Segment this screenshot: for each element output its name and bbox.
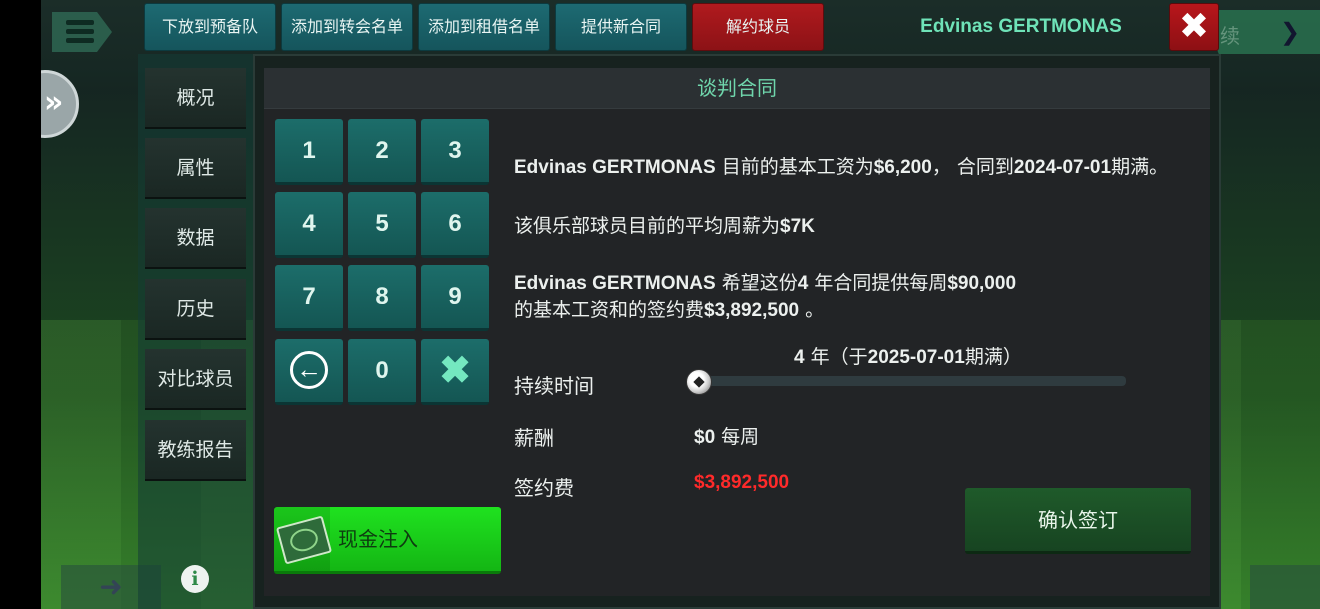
keypad-key-6[interactable]: 6 (421, 192, 489, 258)
signing-fee-value[interactable]: $3,892,500 (694, 472, 789, 494)
clear-x-icon: ✖ (439, 350, 471, 392)
continue-label: 续 (1220, 26, 1240, 48)
keypad-key-7[interactable]: 7 (275, 265, 343, 331)
text: 。 (799, 299, 825, 321)
soccer-ball-slider-handle-icon[interactable] (686, 369, 712, 395)
text: 年（于 (804, 346, 868, 368)
info-icon[interactable]: i (181, 565, 209, 593)
release-to-reserve-button[interactable]: 下放到预备队 (144, 3, 276, 51)
side-expand-button[interactable]: » (41, 70, 79, 138)
text: 该俱乐部球员目前的平均周薪为 (514, 215, 781, 237)
text: 期满。 (1111, 156, 1169, 178)
nav-item-attributes[interactable]: 属性 (145, 138, 246, 199)
add-to-transfer-list-button[interactable]: 添加到转会名单 (281, 3, 413, 51)
game-screen: 续 ❯ » ➜ 下放到预备队 添加到转会名单 添加到租借名单 提供新合同 解约球… (41, 0, 1320, 609)
close-button[interactable]: ✖ (1169, 3, 1219, 51)
nav-item-coach-report[interactable]: 教练报告 (145, 420, 246, 481)
chevron-right-icon: ❯ (1280, 19, 1301, 46)
nav-item-history[interactable]: 历史 (145, 279, 246, 340)
offer-new-contract-button[interactable]: 提供新合同 (555, 3, 687, 51)
nav-item-stats[interactable]: 数据 (145, 208, 246, 269)
salary-amount: $0 (694, 427, 716, 448)
terminate-player-button[interactable]: 解约球员 (692, 3, 824, 51)
keypad-key-5[interactable]: 5 (348, 192, 416, 258)
demand-years: 4 (797, 273, 809, 294)
keypad-key-1[interactable]: 1 (275, 119, 343, 185)
keypad-key-0[interactable]: 0 (348, 339, 416, 405)
nav-item-overview[interactable]: 概况 (145, 68, 246, 129)
menu-icon (66, 20, 94, 44)
demand-salary-value: $90,000 (947, 273, 1017, 294)
duration-value: 4 年（于2025-07-01期满） (794, 342, 1022, 369)
double-chevron-right-icon: » (44, 85, 64, 120)
demand-signing-fee: $3,892,500 (704, 300, 800, 321)
duration-expiry-date: 2025-07-01 (867, 347, 965, 368)
salary-label: 薪酬 (514, 426, 554, 450)
player-name-text: Edvinas GERTMONAS (514, 273, 716, 294)
background-continue-button: 续 ❯ (1210, 10, 1320, 54)
panel-title: 谈判合同 (264, 68, 1210, 109)
current-salary-value: $6,200 (873, 157, 932, 178)
text: 希望这份 (715, 272, 798, 294)
keypad-key-9[interactable]: 9 (421, 265, 489, 331)
average-wage-line: 该俱乐部球员目前的平均周薪为$7K (514, 211, 815, 238)
contract-expiry-date: 2024-07-01 (1013, 157, 1112, 178)
signing-fee-label: 签约费 (514, 476, 574, 500)
keypad-clear-button[interactable]: ✖ (421, 339, 489, 405)
text: 年合同提供每周 (808, 272, 948, 294)
player-demand-line-2: 的基本工资和的签约费$3,892,500 。 (514, 295, 824, 322)
salary-value[interactable]: $0 每周 (694, 422, 759, 449)
cash-injection-label: 现金注入 (338, 527, 418, 551)
average-wage-value: $7K (780, 216, 815, 237)
duration-years: 4 (794, 347, 805, 368)
save-icon (1250, 565, 1320, 609)
keypad-backspace-button[interactable]: ← (275, 339, 343, 405)
player-demand-line: Edvinas GERTMONAS 希望这份4 年合同提供每周$90,000 (514, 268, 1016, 295)
back-arrow-circle-icon: ← (290, 351, 328, 389)
cash-icon-box (274, 507, 333, 571)
duration-slider[interactable] (699, 376, 1126, 386)
keypad-key-3[interactable]: 3 (421, 119, 489, 185)
confirm-sign-button[interactable]: 确认签订 (965, 488, 1191, 554)
add-to-loan-list-button[interactable]: 添加到租借名单 (418, 3, 550, 51)
current-salary-line: Edvinas GERTMONAS 目前的基本工资为$6,200， 合同到202… (514, 152, 1168, 179)
text: 目前的基本工资为 (715, 156, 874, 178)
keypad-key-2[interactable]: 2 (348, 119, 416, 185)
cash-money-icon (275, 515, 333, 565)
text: 的基本工资和的签约费 (514, 299, 705, 321)
cash-injection-button[interactable]: 现金注入 (274, 507, 501, 574)
player-name-text: Edvinas GERTMONAS (514, 157, 716, 178)
text: ， 合同到 (931, 156, 1014, 178)
nav-item-compare-players[interactable]: 对比球员 (145, 349, 246, 410)
keypad-key-4[interactable]: 4 (275, 192, 343, 258)
text: 期满） (964, 346, 1022, 368)
keypad-key-8[interactable]: 8 (348, 265, 416, 331)
salary-unit: 每周 (715, 426, 760, 448)
duration-label: 持续时间 (514, 374, 594, 398)
player-name-title: Edvinas GERTMONAS (920, 16, 1122, 37)
